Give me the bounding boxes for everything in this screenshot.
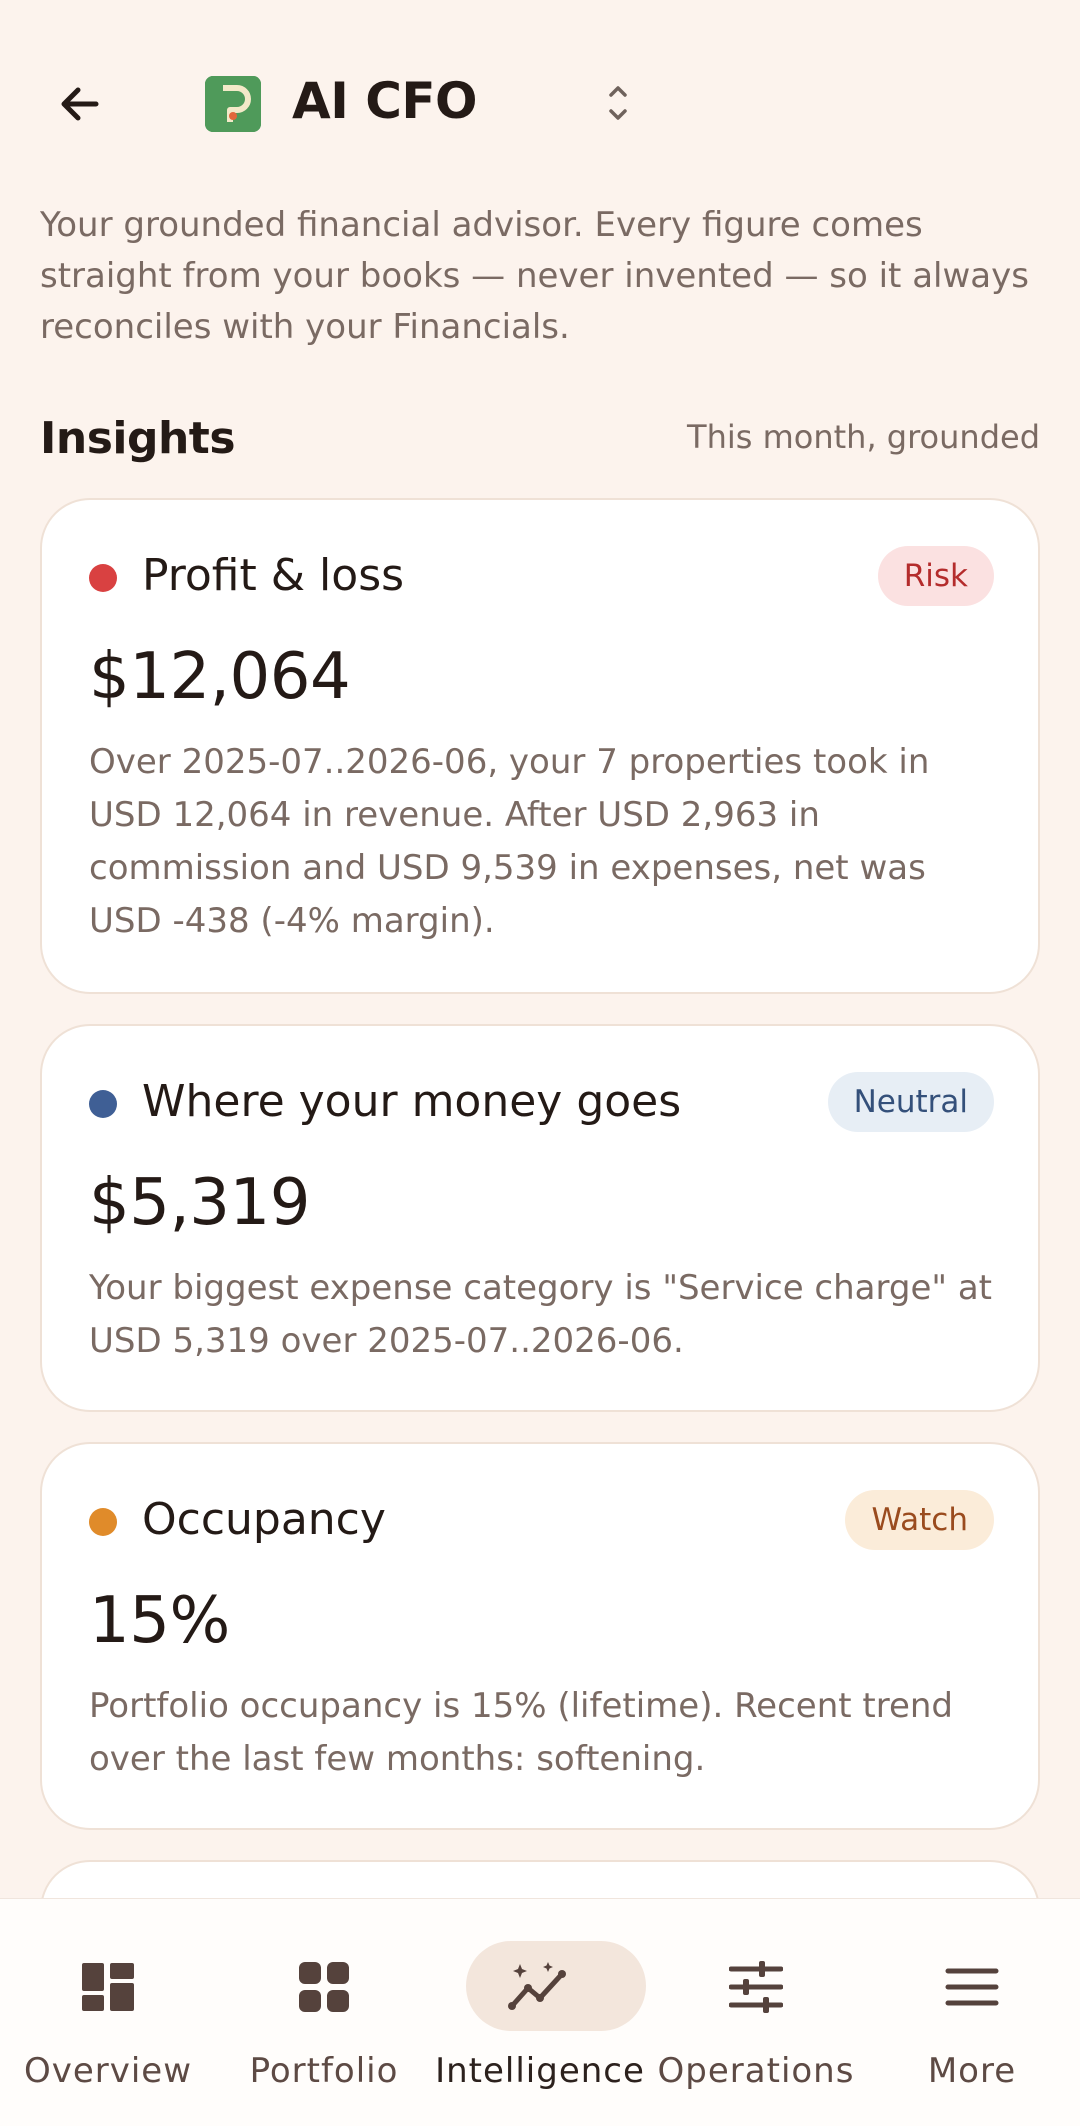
nav-label: Portfolio — [249, 2051, 399, 2091]
dashboard-icon — [76, 1959, 140, 2015]
status-dot — [89, 1090, 117, 1118]
insight-card-profit-loss[interactable]: Profit & loss Risk $12,064 Over 2025-07.… — [40, 498, 1040, 994]
section-title: Insights — [40, 413, 236, 464]
status-badge: Risk — [877, 546, 994, 606]
ai-cfo-screen: AI CFO Your grounded financial advisor. … — [0, 0, 1080, 2126]
back-button[interactable] — [40, 66, 120, 142]
insight-card-expenses[interactable]: Where your money goes Neutral $5,319 You… — [40, 1024, 1040, 1412]
card-value: 15% — [89, 1584, 230, 1658]
status-badge: Neutral — [827, 1072, 994, 1132]
chevron-up-down-icon — [609, 86, 627, 120]
insight-card-occupancy[interactable]: Occupancy Watch 15% Portfolio occupancy … — [40, 1442, 1040, 1830]
nav-label: Intelligence — [435, 2051, 645, 2091]
app-title: AI CFO — [292, 72, 478, 130]
nav-label: Operations — [657, 2051, 855, 2091]
card-title: Occupancy — [142, 1494, 386, 1545]
intro-text: Your grounded financial advisor. Every f… — [40, 205, 1029, 347]
grid-icon — [292, 1959, 356, 2015]
nav-label: More — [927, 2051, 1017, 2091]
top-bar: AI CFO — [0, 0, 1080, 200]
nav-item-operations[interactable]: Operations — [648, 1899, 864, 2126]
card-description: Over 2025-07..2026-06, your 7 properties… — [89, 742, 930, 941]
menu-icon — [940, 1959, 1004, 2015]
status-dot — [89, 1508, 117, 1536]
sparkle-trend-icon — [508, 1959, 572, 2015]
nav-item-more[interactable]: More — [864, 1899, 1080, 2126]
bottom-navigation: Overview Portfolio Intelligence Operatio… — [0, 1898, 1080, 2126]
nav-label: Overview — [23, 2051, 193, 2091]
app-logo — [205, 76, 261, 132]
switcher-button[interactable] — [598, 78, 638, 128]
nav-item-overview[interactable]: Overview — [0, 1899, 216, 2126]
card-title: Profit & loss — [142, 550, 405, 601]
card-title: Where your money goes — [142, 1076, 682, 1127]
card-description: Portfolio occupancy is 15% (lifetime). R… — [89, 1686, 954, 1779]
arrow-left-icon — [61, 87, 99, 121]
status-badge: Watch — [845, 1490, 994, 1550]
nav-item-portfolio[interactable]: Portfolio — [216, 1899, 432, 2126]
status-dot — [89, 564, 117, 592]
card-description: Your biggest expense category is "Servic… — [89, 1268, 992, 1361]
nav-item-intelligence[interactable]: Intelligence — [432, 1899, 648, 2126]
insights-header: Insights This month, grounded — [40, 408, 1040, 468]
sliders-icon — [724, 1959, 788, 2015]
section-subtitle: This month, grounded — [687, 418, 1040, 456]
card-value: $5,319 — [89, 1166, 310, 1240]
card-value: $12,064 — [89, 640, 351, 714]
